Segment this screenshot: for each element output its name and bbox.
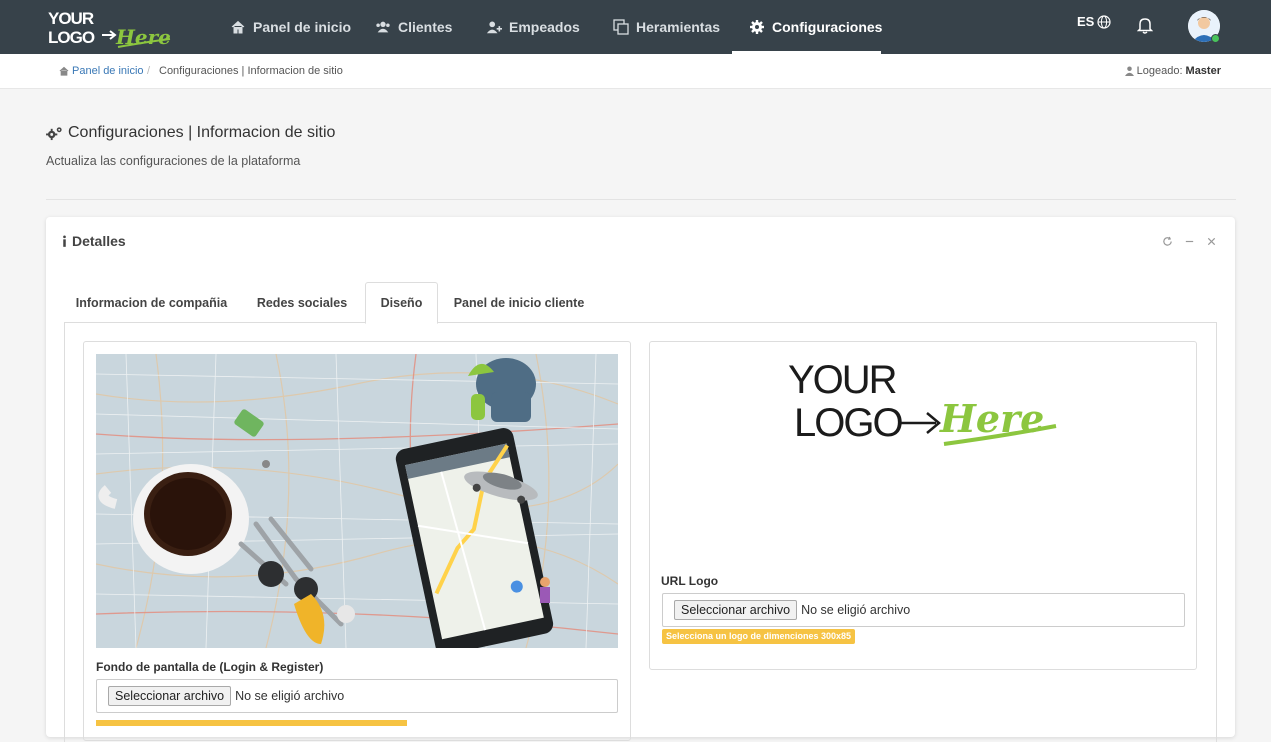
refresh-icon[interactable] (1161, 235, 1173, 247)
tab-label: Panel de inicio cliente (453, 295, 585, 310)
nav-label: Configuraciones (772, 19, 883, 35)
svg-text:LOGO: LOGO (48, 28, 95, 47)
brand-logo[interactable]: YOUR LOGO Here (46, 6, 174, 50)
tab-design[interactable]: Diseño (365, 282, 438, 324)
background-file-input[interactable]: Seleccionar archivo No se eligió archivo (96, 679, 618, 713)
nav-label: Panel de inicio (253, 19, 352, 35)
online-status-dot (1211, 34, 1220, 43)
tab-company-info[interactable]: Informacion de compañia (64, 282, 239, 323)
logo-choose-file-button[interactable]: Seleccionar archivo (674, 600, 798, 620)
clone-icon (613, 19, 629, 35)
gear-icon (749, 19, 765, 35)
breadcrumb-home-label: Panel de inicio (72, 65, 144, 77)
logo-upload-box: YOUR LOGO Here URL Logo Seleccionar arch… (649, 341, 1197, 670)
breadcrumb-home-link[interactable]: Panel de inicio (59, 65, 144, 77)
divider (46, 199, 1236, 200)
logo-hint-badge: Selecciona un logo de dimenciones 300x85 (662, 629, 856, 644)
minimize-icon[interactable] (1183, 235, 1195, 247)
logged-user-info: Logeado: Master (1124, 65, 1221, 77)
users-icon (375, 19, 391, 35)
settings-tabs: Informacion de compañia Redes sociales D… (64, 282, 1217, 324)
logo-preview-image: YOUR LOGO Here (788, 358, 1057, 446)
nav-label: Clientes (398, 19, 453, 35)
background-preview-image (96, 354, 618, 648)
breadcrumb-separator: / (147, 65, 151, 77)
page-title-text: Configuraciones | Informacion de sitio (68, 124, 336, 141)
user-icon (1124, 66, 1134, 76)
svg-text:Here: Here (939, 396, 1044, 441)
nav-item-clients[interactable]: Clientes (375, 0, 452, 54)
nav-item-settings[interactable]: Configuraciones (749, 0, 882, 54)
nav-label: Empeados (509, 19, 580, 35)
nav-item-employees[interactable]: Empeados (486, 0, 580, 54)
logged-username: Master (1185, 65, 1221, 77)
bell-icon[interactable] (1137, 16, 1153, 34)
language-code: ES (1077, 14, 1095, 29)
logo-file-status: No se eligió archivo (801, 603, 911, 617)
logo-field-label: URL Logo (661, 574, 719, 588)
top-navbar: YOUR LOGO Here Panel de inicio Clientes … (0, 0, 1271, 54)
tab-label: Redes sociales (256, 295, 348, 310)
svg-text:YOUR: YOUR (788, 358, 897, 402)
page-subtitle: Actualiza las configuraciones de la plat… (46, 154, 301, 168)
page-title: Configuraciones | Informacion de sitio (46, 124, 335, 142)
language-selector[interactable]: ES (1077, 14, 1111, 29)
nav-item-tools[interactable]: Heramientas (613, 0, 720, 54)
breadcrumb-current: Configuraciones | Informacion de sitio (159, 65, 343, 77)
home-icon (59, 66, 69, 76)
nav-item-home[interactable]: Panel de inicio (230, 0, 351, 54)
breadcrumb: Panel de inicio / Configuraciones | Info… (0, 54, 1271, 89)
logged-label: Logeado: (1136, 65, 1183, 77)
card-title: Detalles (62, 233, 126, 249)
globe-icon (1097, 14, 1111, 29)
background-hint-badge (96, 720, 407, 726)
svg-text:LOGO: LOGO (794, 401, 902, 445)
card-tools (1161, 235, 1217, 247)
home-icon (230, 19, 246, 35)
tab-client-dashboard[interactable]: Panel de inicio cliente (441, 282, 597, 323)
user-plus-icon (486, 19, 502, 35)
close-icon[interactable] (1205, 235, 1217, 247)
nav-label: Heramientas (636, 19, 721, 35)
logo-file-input[interactable]: Seleccionar archivo No se eligió archivo (662, 593, 1185, 627)
svg-text:YOUR: YOUR (48, 9, 94, 28)
card-title-text: Detalles (72, 233, 126, 249)
background-field-label: Fondo de pantalla de (Login & Register) (96, 660, 324, 674)
tab-label: Informacion de compañia (75, 295, 228, 310)
background-choose-file-button[interactable]: Seleccionar archivo (108, 686, 232, 706)
tab-social-networks[interactable]: Redes sociales (242, 282, 362, 323)
tab-label: Diseño (380, 296, 423, 310)
background-upload-box: Fondo de pantalla de (Login & Register) … (83, 341, 631, 741)
background-file-status: No se eligió archivo (235, 689, 345, 703)
gears-icon (46, 126, 63, 141)
info-icon (62, 235, 67, 247)
details-card: Detalles Informacion de compañia Redes s… (46, 217, 1235, 742)
